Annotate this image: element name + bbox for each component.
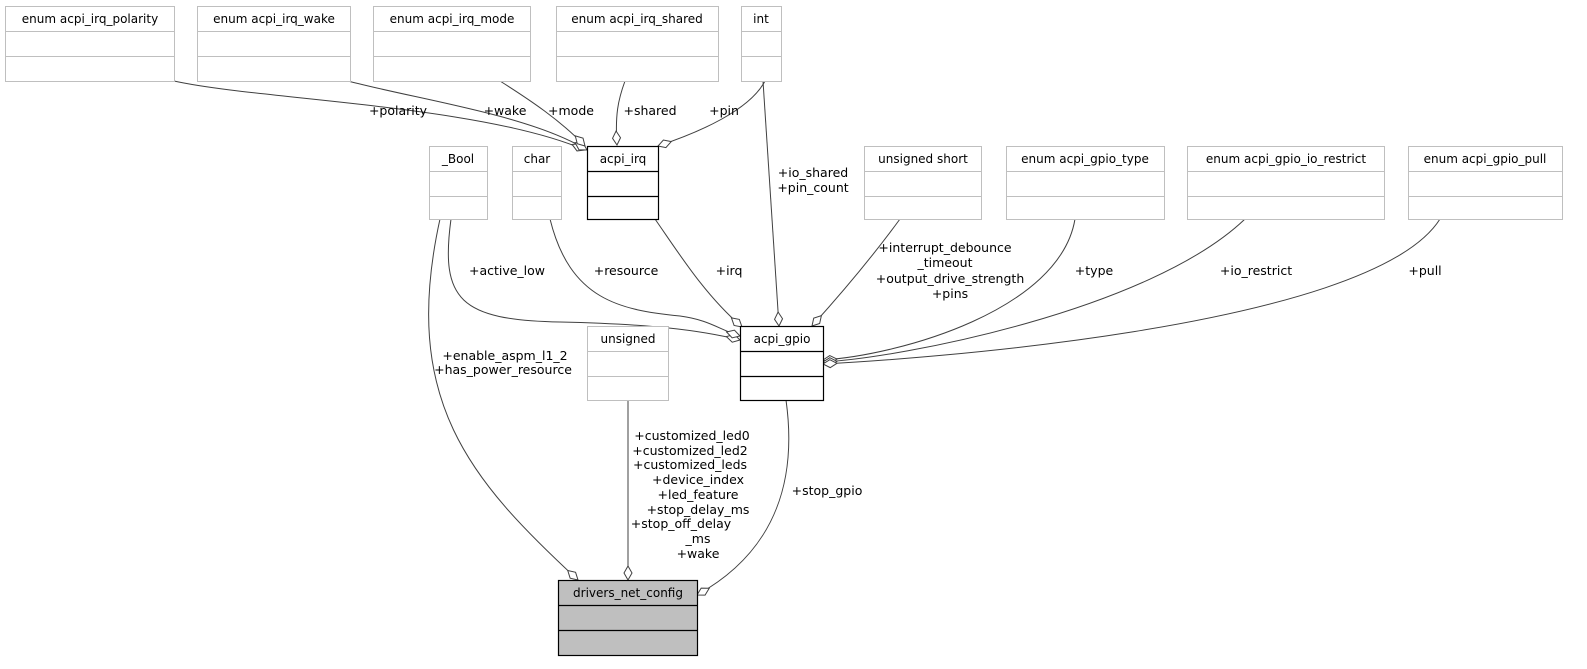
label-unsigned-fields: +customized_led0 +customized_led2 +custo… [631,428,750,561]
label-pin-count: +pin_count [777,180,848,195]
label-pin: +pin [709,103,739,118]
label-unsigned-5: +led_feature [658,487,739,502]
node-unsigned[interactable]: unsigned [587,326,669,401]
node-title: acpi_gpio [754,332,811,346]
label-bool-1: +enable_aspm_l1_2 [442,348,567,363]
label-type: +type [1075,263,1114,278]
node-title: unsigned [600,332,655,346]
node-unsigned-short[interactable]: unsigned short [864,146,982,220]
node-enum-acpi-irq-wake[interactable]: enum acpi_irq_wake [197,6,351,82]
node-title: enum acpi_irq_polarity [22,12,158,26]
label-unsigned-7: +stop_off_delay [631,516,732,531]
node-title: enum acpi_gpio_type [1021,152,1149,166]
node-title: char [524,152,551,166]
node-title: enum acpi_irq_mode [390,12,515,26]
label-unsigned-9: +wake [677,546,720,561]
label-irq: +irq [716,263,743,278]
node-enum-acpi-gpio-pull[interactable]: enum acpi_gpio_pull [1408,146,1563,220]
label-debounce-1: +interrupt_debounce [878,240,1011,255]
node-enum-acpi-irq-mode[interactable]: enum acpi_irq_mode [373,6,531,82]
node-char[interactable]: char [512,146,562,220]
node-title: enum acpi_gpio_io_restrict [1206,152,1366,166]
label-debounce-3: +output_drive_strength [876,271,1025,286]
label-unsigned-8: _ms [685,531,711,546]
label-unsigned-2: +customized_led2 [632,443,747,458]
node-acpi-gpio[interactable]: acpi_gpio [739,325,825,402]
label-shared: +shared [623,103,676,118]
label-active-low: +active_low [469,263,545,278]
label-pull: +pull [1408,263,1441,278]
label-mode: +mode [548,103,594,118]
node-title: enum acpi_irq_shared [571,12,703,26]
node-enum-acpi-irq-polarity[interactable]: enum acpi_irq_polarity [5,6,175,82]
label-io-shared: +io_shared [778,165,848,180]
label-unsigned-6: +stop_delay_ms [647,502,750,517]
label-resource: +resource [594,263,659,278]
label-unsigned-1: +customized_led0 [634,428,750,443]
node-int[interactable]: int [741,6,782,82]
node-enum-acpi-gpio-io-restrict[interactable]: enum acpi_gpio_io_restrict [1187,146,1385,220]
node-title: enum acpi_gpio_pull [1424,152,1547,166]
label-io-restrict: +io_restrict [1220,263,1292,278]
nodes: enum acpi_irq_polarity enum acpi_irq_wak… [5,6,1563,657]
edge-active-low [447,218,741,343]
node-title: unsigned short [878,152,968,166]
label-debounce-4: +pins [932,286,968,301]
node-enum-acpi-gpio-type[interactable]: enum acpi_gpio_type [1006,146,1165,220]
node-title: enum acpi_irq_wake [213,12,335,26]
edge-io-shared [762,80,784,328]
node-enum-acpi-irq-shared[interactable]: enum acpi_irq_shared [556,6,719,82]
node-title: drivers_net_config [573,586,683,600]
node-title: int [753,12,769,26]
node-drivers-net-config[interactable]: drivers_net_config [557,579,699,657]
label-polarity: +polarity [369,103,428,118]
label-debounce-2: _timeout [917,255,973,270]
node-bool[interactable]: _Bool [429,146,488,220]
label-bool-2: +has_power_resource [434,362,572,377]
node-title: _Bool [441,152,474,166]
label-unsigned-4: +device_index [652,472,744,487]
label-unsigned-3: +customized_leds [633,457,747,472]
node-title: acpi_irq [600,152,647,166]
collaboration-diagram: +polarity +wake +mode +shared +pin +io_s… [5,6,1563,657]
label-wake: +wake [484,103,527,118]
label-stop-gpio: +stop_gpio [792,483,863,498]
node-acpi-irq[interactable]: acpi_irq [586,145,660,221]
